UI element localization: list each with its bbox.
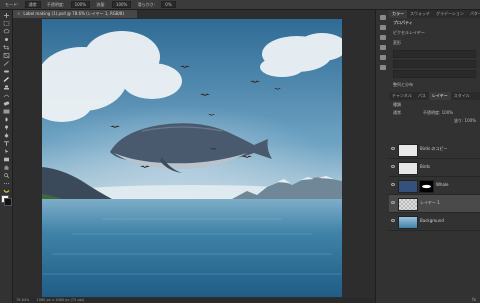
flow-field[interactable]: 100% <box>111 1 132 8</box>
healing-brush-tool-icon[interactable] <box>3 69 10 74</box>
visibility-eye-icon[interactable] <box>391 165 395 168</box>
type-tool-icon[interactable] <box>3 141 10 146</box>
tab-layers[interactable]: レイヤー <box>428 92 451 100</box>
layer-row[interactable]: Whale <box>389 177 480 195</box>
layer-blend-mode[interactable]: 通常 <box>389 108 405 118</box>
edit-toolbar-icon[interactable] <box>3 181 10 186</box>
layer-name: Birds <box>420 164 431 169</box>
layer-opacity[interactable]: 不透明度: 100% <box>419 108 457 118</box>
adjustments-panel-icon[interactable] <box>379 35 386 40</box>
layer-thumbnail <box>398 162 418 175</box>
blur-tool-icon[interactable] <box>3 117 10 122</box>
zoom-level[interactable]: 78.64% <box>16 298 29 302</box>
options-item: 流量: <box>96 2 106 7</box>
document-info: 1080 px x 1080 px (72 ppi) <box>36 298 85 302</box>
pen-tool-icon[interactable] <box>3 133 10 138</box>
layer-row[interactable]: レイヤー 1 <box>389 195 480 213</box>
layers-panel-tabs: チャンネル パス レイヤー スタイル <box>389 92 480 100</box>
collapsed-panels-strip <box>375 10 389 303</box>
options-item: 滑らかさ: <box>137 2 155 7</box>
frame-tool-icon[interactable] <box>3 53 10 58</box>
layer-row[interactable]: Birds <box>389 159 480 177</box>
angle-field[interactable] <box>393 70 476 78</box>
brush-tool-icon[interactable] <box>3 77 10 82</box>
libraries-panel-icon[interactable] <box>379 45 386 50</box>
document-tab[interactable]: × Label making (1).psd @ 78.6% (レイヤー 1, R… <box>13 10 137 18</box>
transform-section: 変形 <box>393 40 401 45</box>
visibility-eye-icon[interactable] <box>391 201 395 204</box>
properties-title: プロパティ <box>393 20 413 25</box>
whale-artwork <box>42 19 342 297</box>
hand-tool-icon[interactable] <box>3 165 10 170</box>
visibility-eye-icon[interactable] <box>391 147 395 150</box>
visibility-eye-icon[interactable] <box>391 219 395 222</box>
crop-tool-icon[interactable] <box>2 45 10 50</box>
layer-row[interactable]: Background <box>389 213 480 231</box>
tab-swatches[interactable]: スウォッチ <box>407 10 433 18</box>
tab-gradients[interactable]: グラデーション <box>433 10 467 18</box>
blend-mode-select[interactable]: 通常 <box>24 1 41 8</box>
zoom-tool-icon[interactable] <box>3 173 10 178</box>
align-section: 整列と分布 <box>393 82 413 87</box>
gradient-tool-icon[interactable] <box>3 109 10 114</box>
right-panel-dock: カラースウォッチグラデーションパターン プロパティ ピクセルレイヤー 変形 整列… <box>389 10 480 303</box>
layers-panel-footer: fx <box>389 297 480 303</box>
height-field[interactable] <box>393 60 476 68</box>
status-bar: 78.64% 1080 px x 1080 px (72 ppi) <box>13 298 378 303</box>
background-color-swatch[interactable] <box>4 198 12 206</box>
eraser-tool-icon[interactable] <box>3 101 10 106</box>
tab-styles[interactable]: スタイル <box>451 92 473 100</box>
eyedropper-tool-icon[interactable] <box>3 61 10 66</box>
layer-thumbnail <box>398 144 418 157</box>
layer-thumbnail <box>398 198 418 211</box>
layer-row[interactable]: Birds のコピー <box>389 141 480 159</box>
history-panel-icon[interactable] <box>379 15 386 20</box>
tab-channels[interactable]: チャンネル <box>389 92 415 100</box>
width-field[interactable] <box>393 50 476 58</box>
options-item: 不透明度: <box>46 2 65 7</box>
lasso-tool-icon[interactable] <box>3 29 10 34</box>
properties-panel-icon[interactable] <box>379 25 386 30</box>
quick-select-tool-icon[interactable] <box>3 37 10 42</box>
opacity-field[interactable]: 100% <box>70 1 90 8</box>
visibility-eye-icon[interactable] <box>391 183 395 186</box>
tools-panel <box>0 10 13 303</box>
color-panel-tabs: カラースウォッチグラデーションパターン <box>389 10 480 18</box>
paragraph-panel-icon[interactable] <box>379 65 386 70</box>
layer-thumbnail <box>398 216 418 229</box>
history-brush-tool-icon[interactable] <box>3 93 10 98</box>
layer-name: Background <box>420 218 444 223</box>
options-bar: モード: 通常 不透明度: 100% 流量: 100% 滑らかさ: 0% <box>0 0 480 10</box>
layer-thumbnail <box>398 180 418 193</box>
brush-settings-icon[interactable] <box>379 55 386 60</box>
tab-paths[interactable]: パス <box>415 92 429 100</box>
banana-icon[interactable] <box>3 189 10 194</box>
layer-name: レイヤー 1 <box>420 200 440 205</box>
properties-subtitle: ピクセルレイヤー <box>393 30 425 35</box>
layer-mask-thumbnail[interactable] <box>419 180 434 193</box>
canvas[interactable] <box>42 19 342 297</box>
smoothing-field[interactable]: 0% <box>161 1 176 8</box>
layer-name: Birds のコピー <box>420 146 448 151</box>
layer-name: Whale <box>436 182 449 187</box>
close-tab-icon[interactable]: × <box>17 11 20 16</box>
layers-panel-header: チャンネル パス レイヤー スタイル 種類 通常 不透明度: 100% 塗り: 100… <box>389 92 480 126</box>
options-item: モード: <box>5 2 19 7</box>
dodge-tool-icon[interactable] <box>3 125 10 130</box>
marquee-tool-icon[interactable] <box>3 21 10 26</box>
move-tool-icon[interactable] <box>3 13 10 18</box>
clone-stamp-tool-icon[interactable] <box>3 85 10 90</box>
rectangle-tool-icon[interactable] <box>3 157 10 162</box>
document-title: Label making (1).psd @ 78.6% (レイヤー 1, RG… <box>23 11 125 16</box>
path-selection-tool-icon[interactable] <box>3 149 10 154</box>
layer-effects-button[interactable]: fx <box>472 297 476 302</box>
tab-patterns[interactable]: パターン <box>467 10 480 18</box>
tab-color[interactable]: カラー <box>389 10 407 18</box>
